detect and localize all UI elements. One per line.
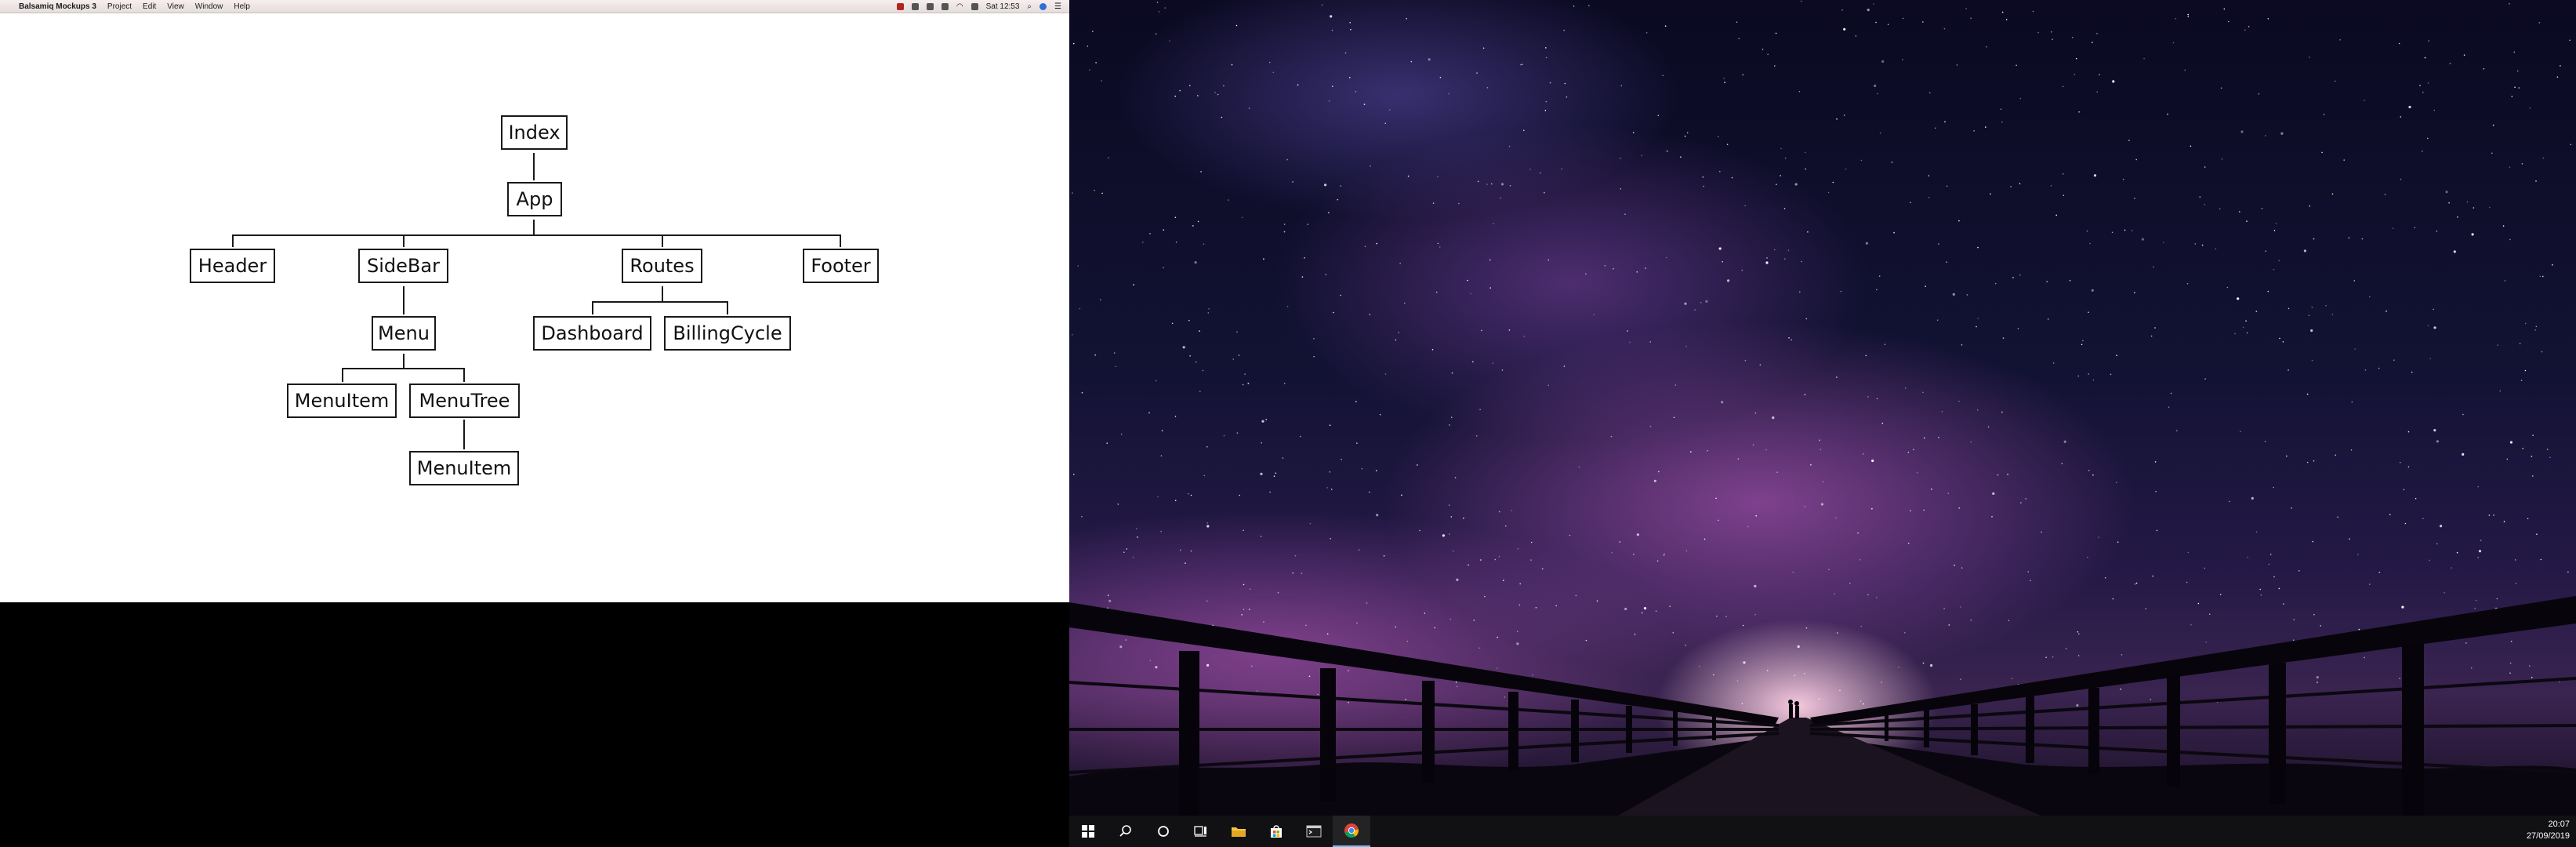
terminal-icon[interactable] xyxy=(1295,816,1333,847)
mac-screen: Balsamiq Mockups 3 Project Edit View Win… xyxy=(0,0,1069,602)
node-header[interactable]: Header xyxy=(190,249,275,283)
connector-line xyxy=(232,234,234,247)
connector-line xyxy=(533,153,535,180)
connector-line xyxy=(342,368,465,369)
connector-line xyxy=(592,301,593,314)
connector-line xyxy=(463,420,465,449)
windows-taskbar: 20:07 27/09/2019 xyxy=(1069,816,2576,847)
node-billing-cycle[interactable]: BillingCycle xyxy=(664,316,791,351)
connector-line xyxy=(533,220,535,235)
node-menu-item-child[interactable]: MenuItem xyxy=(409,451,519,485)
search-icon[interactable] xyxy=(1107,816,1145,847)
connector-line xyxy=(232,234,841,236)
connector-line xyxy=(463,368,465,382)
store-icon[interactable] xyxy=(1257,816,1295,847)
windows-start-icon[interactable] xyxy=(1069,816,1107,847)
connector-line xyxy=(403,354,405,369)
node-app[interactable]: App xyxy=(507,182,562,216)
connector-line xyxy=(662,234,663,247)
connector-line xyxy=(727,301,728,314)
node-menu-item[interactable]: MenuItem xyxy=(287,384,397,418)
connector-line xyxy=(403,286,405,314)
bridge-silhouette xyxy=(1069,596,2576,816)
connector-line xyxy=(592,301,728,303)
node-index[interactable]: Index xyxy=(501,115,568,150)
connector-line xyxy=(403,234,405,247)
clock-time: 20:07 xyxy=(2548,820,2570,829)
task-view-icon[interactable] xyxy=(1182,816,1220,847)
file-explorer-icon[interactable] xyxy=(1220,816,1257,847)
node-routes[interactable]: Routes xyxy=(622,249,702,283)
connector-line xyxy=(840,234,841,247)
component-tree-diagram: Index App Header SideBar Routes Footer M… xyxy=(0,0,1069,602)
cortana-icon[interactable] xyxy=(1145,816,1182,847)
node-menu-tree[interactable]: MenuTree xyxy=(409,384,520,418)
chrome-icon[interactable] xyxy=(1333,816,1370,847)
connector-line xyxy=(662,286,663,302)
node-menu[interactable]: Menu xyxy=(372,316,436,351)
windows-desktop: 20:07 27/09/2019 xyxy=(1069,0,2576,847)
node-dashboard[interactable]: Dashboard xyxy=(533,316,651,351)
connector-line xyxy=(342,368,343,382)
clock-date: 27/09/2019 xyxy=(2526,831,2570,841)
mac-screen-empty-area xyxy=(0,602,1069,847)
taskbar-clock[interactable]: 20:07 27/09/2019 xyxy=(2527,819,2570,842)
desktop-wallpaper xyxy=(1069,0,2576,816)
node-sidebar[interactable]: SideBar xyxy=(358,249,448,283)
node-footer[interactable]: Footer xyxy=(803,249,879,283)
